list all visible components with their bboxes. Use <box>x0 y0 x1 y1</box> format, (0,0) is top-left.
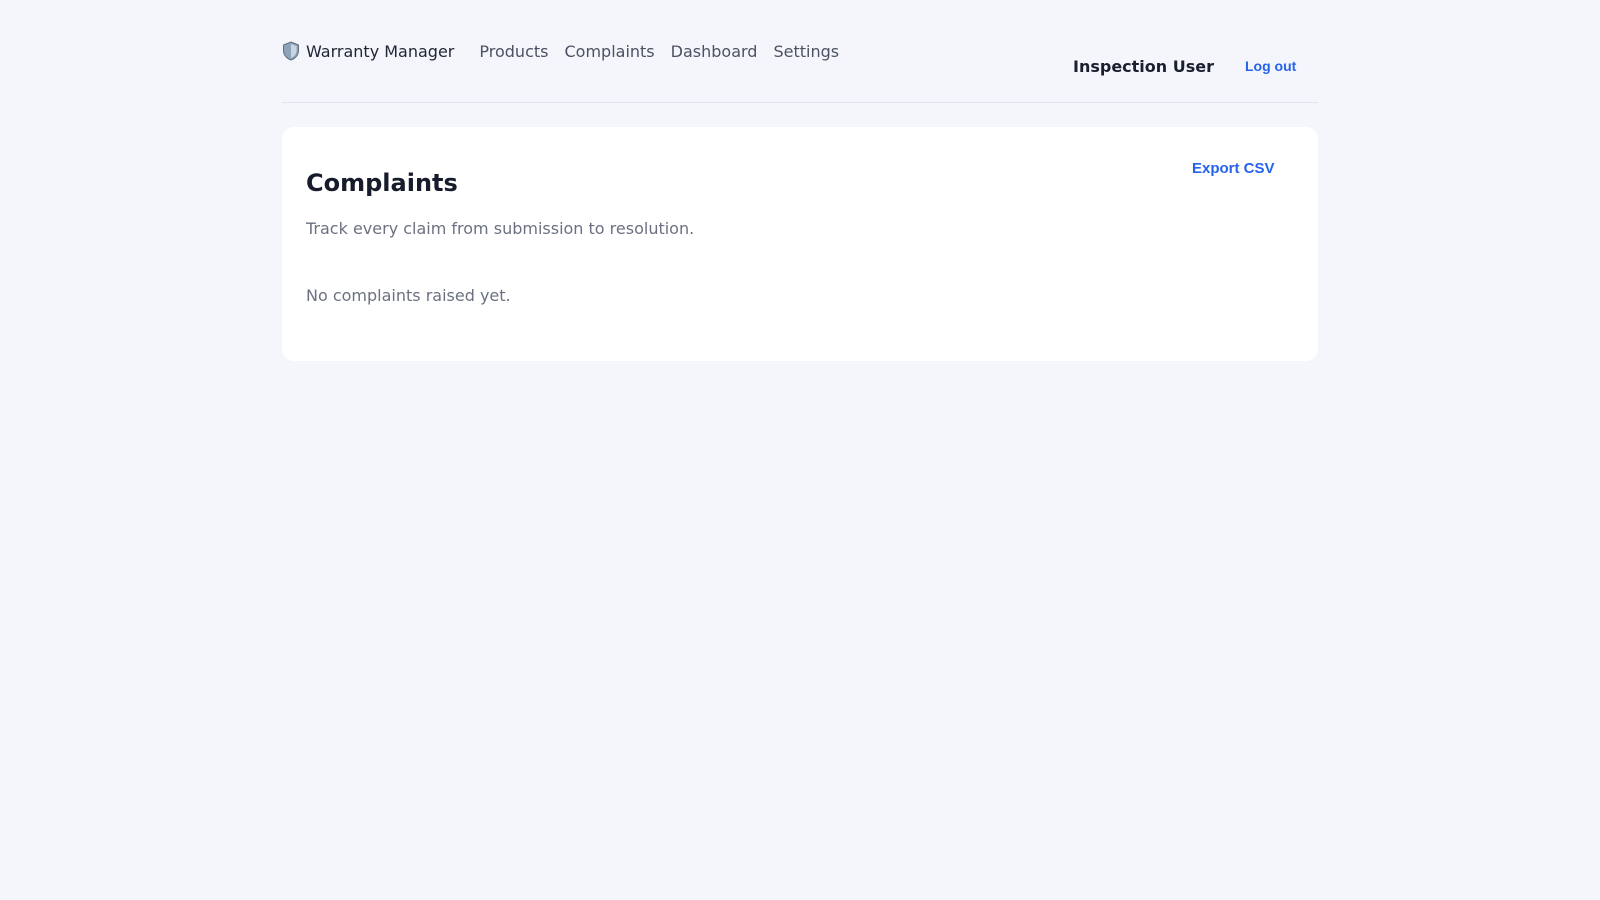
nav-link-complaints[interactable]: Complaints <box>564 42 654 61</box>
top-nav: Warranty Manager Products Complaints Das… <box>282 0 1318 103</box>
complaints-card: Complaints Track every claim from submis… <box>282 127 1318 361</box>
logout-button[interactable]: Log out <box>1245 58 1296 74</box>
nav-link-settings[interactable]: Settings <box>773 42 839 61</box>
page-subtitle: Track every claim from submission to res… <box>306 219 695 238</box>
page-title: Complaints <box>306 169 458 197</box>
nav-link-dashboard[interactable]: Dashboard <box>671 42 758 61</box>
current-user-name: Inspection User <box>1073 57 1214 76</box>
shield-icon <box>282 41 300 61</box>
nav-link-products[interactable]: Products <box>479 42 548 61</box>
brand-link[interactable]: Warranty Manager <box>282 41 454 61</box>
empty-state-message: No complaints raised yet. <box>306 286 511 305</box>
export-csv-button[interactable]: Export CSV <box>1192 160 1275 177</box>
nav-links: Products Complaints Dashboard Settings <box>479 42 855 61</box>
brand-label: Warranty Manager <box>306 41 455 61</box>
app-container: Warranty Manager Products Complaints Das… <box>282 0 1318 361</box>
